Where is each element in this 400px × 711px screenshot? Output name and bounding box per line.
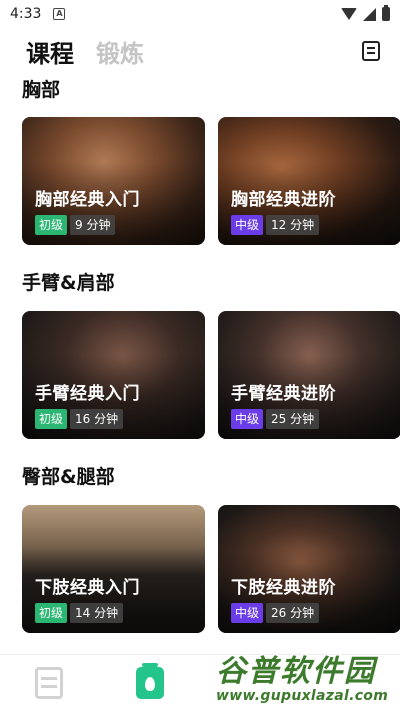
level-badge: 初级 — [35, 215, 68, 235]
card-title: 手臂经典入门 — [35, 384, 140, 404]
watermark-brand: 谷普软件园 — [216, 654, 376, 689]
card-title: 下肢经典入门 — [35, 578, 140, 598]
course-card-chest-beginner[interactable]: 胸部经典入门 初级 9 分钟 — [22, 117, 205, 245]
course-card-legs-advanced[interactable]: 下肢经典进阶 中级 26 分钟 — [218, 505, 400, 633]
duration-badge: 12 分钟 — [266, 215, 320, 235]
card-tags: 初级 9 分钟 — [35, 215, 116, 235]
signal-icon — [363, 7, 376, 21]
header: 课程 锻炼 — [0, 30, 400, 72]
battery-icon — [382, 5, 390, 21]
card-tags: 中级 26 分钟 — [231, 603, 320, 623]
status-indicators — [341, 5, 390, 21]
duration-badge: 25 分钟 — [266, 409, 320, 429]
level-badge: 中级 — [231, 215, 264, 235]
status-time: 4:33 — [10, 6, 42, 22]
tab-courses[interactable]: 课程 — [26, 34, 74, 69]
section-title-chest: 胸部 — [22, 79, 61, 101]
course-card-arms-advanced[interactable]: 手臂经典进阶 中级 25 分钟 — [218, 311, 400, 439]
card-title: 下肢经典进阶 — [231, 578, 336, 598]
level-badge: 中级 — [231, 603, 264, 623]
duration-badge: 16 分钟 — [70, 409, 124, 429]
watermark: 谷普软件园 www.gupuxlazal.com — [216, 646, 400, 711]
document-icon[interactable] — [362, 41, 380, 61]
status-bar: 4:33 A — [0, 0, 400, 28]
card-tags: 初级 16 分钟 — [35, 409, 124, 429]
duration-badge: 9 分钟 — [70, 215, 116, 235]
level-badge: 中级 — [231, 409, 264, 429]
course-card-legs-beginner[interactable]: 下肢经典入门 初级 14 分钟 — [22, 505, 205, 633]
courses-nav-icon[interactable] — [35, 667, 63, 699]
course-card-chest-advanced[interactable]: 胸部经典进阶 中级 12 分钟 — [218, 117, 400, 245]
watermark-url: www.gupuxlazal.com — [216, 688, 389, 704]
notification-app-icon: A — [53, 8, 66, 20]
card-title: 手臂经典进阶 — [231, 384, 336, 404]
card-tags: 初级 14 分钟 — [35, 603, 124, 623]
card-tags: 中级 12 分钟 — [231, 215, 320, 235]
course-list[interactable]: 胸部 胸部经典入门 初级 9 分钟 胸部经典进阶 中级 12 分钟 手臂&肩部 … — [0, 72, 400, 654]
tab-workout[interactable]: 锻炼 — [96, 34, 144, 69]
level-badge: 初级 — [35, 603, 68, 623]
duration-badge: 26 分钟 — [266, 603, 320, 623]
card-title: 胸部经典入门 — [35, 190, 140, 210]
course-card-arms-beginner[interactable]: 手臂经典入门 初级 16 分钟 — [22, 311, 205, 439]
level-badge: 初级 — [35, 409, 68, 429]
workout-nav-icon[interactable] — [136, 663, 164, 699]
flame-icon — [145, 677, 155, 691]
section-title-glutes-legs: 臀部&腿部 — [22, 466, 115, 488]
wifi-icon — [341, 8, 357, 20]
duration-badge: 14 分钟 — [70, 603, 124, 623]
section-title-arms-shoulders: 手臂&肩部 — [22, 272, 115, 294]
card-title: 胸部经典进阶 — [231, 190, 336, 210]
card-tags: 中级 25 分钟 — [231, 409, 320, 429]
